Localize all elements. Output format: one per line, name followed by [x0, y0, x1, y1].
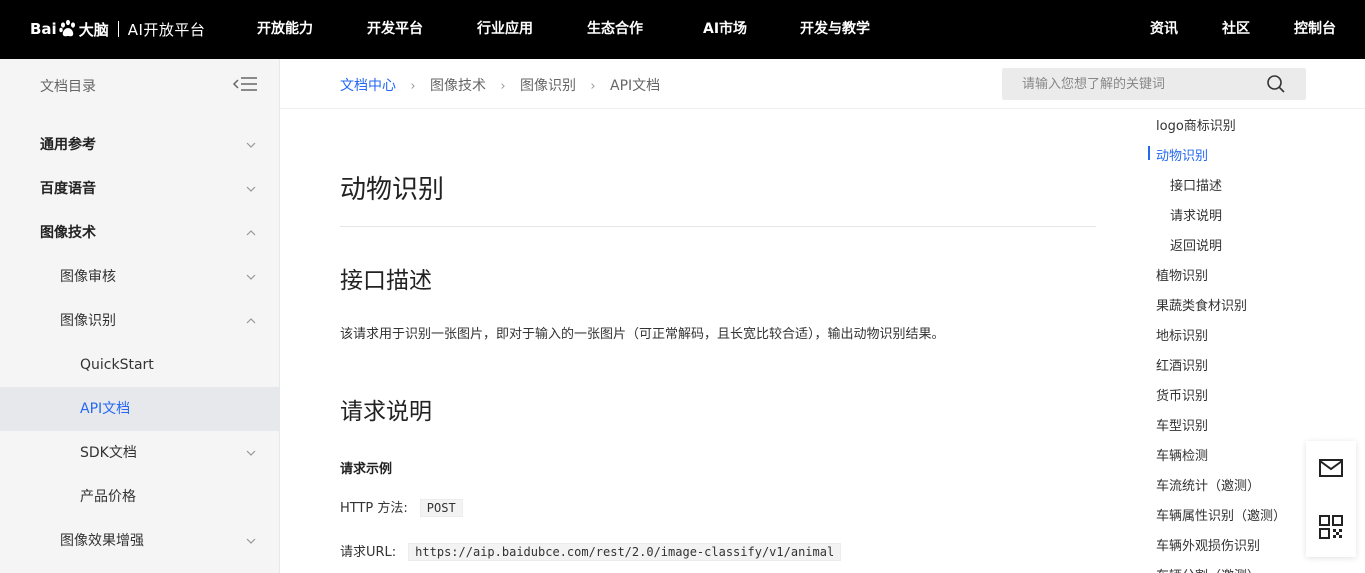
section-heading-api-description: 接口描述 [340, 268, 432, 294]
floating-panel [1306, 441, 1356, 557]
nav-ai-market[interactable]: AI市场 [703, 0, 747, 59]
sidebar-item-label: 图像效果增强 [60, 533, 144, 549]
nav-console[interactable]: 控制台 [1294, 0, 1336, 59]
toc-item-vehicle-seg[interactable]: 车辆分割（邀测） [1156, 565, 1260, 573]
toc-item-response[interactable]: 返回说明 [1170, 235, 1222, 254]
collapse-sidebar-icon[interactable] [232, 75, 258, 93]
chevron-right-icon: › [590, 79, 596, 94]
chevron-down-icon [246, 186, 256, 192]
http-method-label: HTTP 方法: [340, 501, 408, 516]
toc-item-landmark[interactable]: 地标识别 [1156, 325, 1208, 344]
chevron-up-icon [246, 318, 256, 324]
chevron-right-icon: › [410, 79, 416, 94]
toc-item-animal[interactable]: 动物识别 [1156, 145, 1208, 164]
request-example-heading: 请求示例 [340, 462, 393, 477]
sidebar-item-pricing[interactable]: 产品价格 [0, 475, 280, 519]
toc-item-logo[interactable]: logo商标识别 [1156, 115, 1236, 134]
breadcrumb-api-docs: API文档 [610, 78, 661, 94]
toc-item-currency[interactable]: 货币识别 [1156, 385, 1208, 404]
sidebar-item-label: 通用参考 [40, 137, 96, 153]
sidebar-item-label: QuickStart [80, 357, 154, 373]
sidebar-item-label: 百度语音 [40, 181, 96, 197]
request-url-code: https://aip.baidubce.com/rest/2.0/image-… [408, 543, 842, 561]
sidebar-item-image-tech[interactable]: 图像技术 [0, 211, 280, 255]
toc-item-traffic-flow[interactable]: 车流统计（邀测） [1156, 475, 1260, 494]
request-url-label: 请求URL: [340, 545, 397, 560]
toc-item-vehicle-attr[interactable]: 车辆属性识别（邀测） [1156, 505, 1286, 524]
sidebar-item-image-audit[interactable]: 图像审核 [0, 255, 280, 299]
nav-community[interactable]: 社区 [1222, 0, 1250, 59]
toc-item-ingredient[interactable]: 果蔬类食材识别 [1156, 295, 1247, 314]
nav-industry-apps[interactable]: 行业应用 [477, 0, 533, 59]
toc-item-plant[interactable]: 植物识别 [1156, 265, 1208, 284]
feedback-button[interactable] [1306, 441, 1356, 499]
sidebar-item-image-enhance[interactable]: 图像效果增强 [0, 519, 280, 563]
logo-text-2: 大脑 [78, 20, 109, 39]
chevron-right-icon: › [500, 79, 506, 94]
top-navbar: Bai 大脑 AI开放平台 开放能力 开发平台 行业应用 生态合作 AI市场 开… [0, 0, 1365, 59]
http-method-row: HTTP 方法: POST [340, 497, 463, 517]
sidebar-item-image-recognition[interactable]: 图像识别 [0, 299, 280, 343]
toc-item-vehicle-damage[interactable]: 车辆外观损伤识别 [1156, 535, 1260, 554]
chevron-down-icon [246, 450, 256, 456]
sidebar-item-api-docs[interactable]: API文档 [0, 387, 280, 431]
search-input[interactable] [1002, 68, 1262, 100]
toc-item-vehicle-detect[interactable]: 车辆检测 [1156, 445, 1208, 464]
chevron-down-icon [246, 538, 256, 544]
toc-item-car-model[interactable]: 车型识别 [1156, 415, 1208, 434]
request-url-row: 请求URL: https://aip.baidubce.com/rest/2.0/… [340, 541, 842, 561]
logo-subtitle: AI开放平台 [127, 20, 206, 39]
sidebar-item-label: 图像技术 [40, 225, 96, 241]
baidu-ai-logo[interactable]: Bai 大脑 AI开放平台 [30, 14, 205, 44]
chevron-up-icon [246, 230, 256, 236]
breadcrumb-bar: 文档中心 › 图像技术 › 图像识别 › API文档 [280, 59, 1365, 109]
nav-news[interactable]: 资讯 [1150, 0, 1178, 59]
sidebar-item-label: 产品价格 [80, 489, 136, 505]
toc-active-indicator [1148, 146, 1150, 160]
sidebar-item-label: API文档 [80, 401, 131, 417]
breadcrumb: 文档中心 › 图像技术 › 图像识别 › API文档 [340, 75, 660, 95]
breadcrumb-image-tech[interactable]: 图像技术 [430, 75, 486, 95]
sidebar-item-quickstart[interactable]: QuickStart [0, 343, 280, 387]
breadcrumb-doc-center[interactable]: 文档中心 [340, 75, 396, 95]
toc-item-request[interactable]: 请求说明 [1170, 205, 1222, 224]
sidebar-item-label: 图像审核 [60, 269, 116, 285]
qrcode-icon [1319, 515, 1343, 539]
sidebar-item-general-reference[interactable]: 通用参考 [0, 123, 280, 167]
api-description-text: 该请求用于识别一张图片，即对于输入的一张图片（可正常解码，且长宽比较合适），输出… [340, 327, 945, 342]
section-heading-request: 请求说明 [340, 399, 432, 425]
mail-icon [1319, 459, 1343, 477]
chevron-down-icon [246, 274, 256, 280]
chevron-down-icon [246, 142, 256, 148]
page-title: 动物识别 [340, 175, 445, 205]
sidebar-item-label: 图像识别 [60, 313, 116, 329]
breadcrumb-image-recognition[interactable]: 图像识别 [520, 75, 576, 95]
logo-text: Bai [30, 20, 57, 38]
paw-icon [59, 19, 75, 37]
nav-dev-teaching[interactable]: 开发与教学 [800, 0, 870, 59]
logo-divider [117, 21, 119, 37]
qrcode-button[interactable] [1306, 499, 1356, 557]
search-icon[interactable] [1266, 74, 1286, 94]
nav-ecosystem[interactable]: 生态合作 [587, 0, 643, 59]
nav-dev-platform[interactable]: 开发平台 [367, 0, 423, 59]
doc-search [1002, 68, 1306, 100]
sidebar-item-speech[interactable]: 百度语音 [0, 167, 280, 211]
title-divider [340, 226, 1096, 227]
nav-open-capability[interactable]: 开放能力 [257, 0, 313, 59]
http-method-code: POST [419, 499, 463, 517]
toc-item-api-desc[interactable]: 接口描述 [1170, 175, 1222, 194]
toc-item-wine[interactable]: 红酒识别 [1156, 355, 1208, 374]
doc-sidebar: 文档目录 通用参考 百度语音 图像技术 图像审核 图像识别 QuickStart… [0, 59, 280, 573]
sidebar-item-label: SDK文档 [80, 445, 137, 461]
sidebar-title: 文档目录 [40, 79, 96, 95]
sidebar-item-sdk-docs[interactable]: SDK文档 [0, 431, 280, 475]
